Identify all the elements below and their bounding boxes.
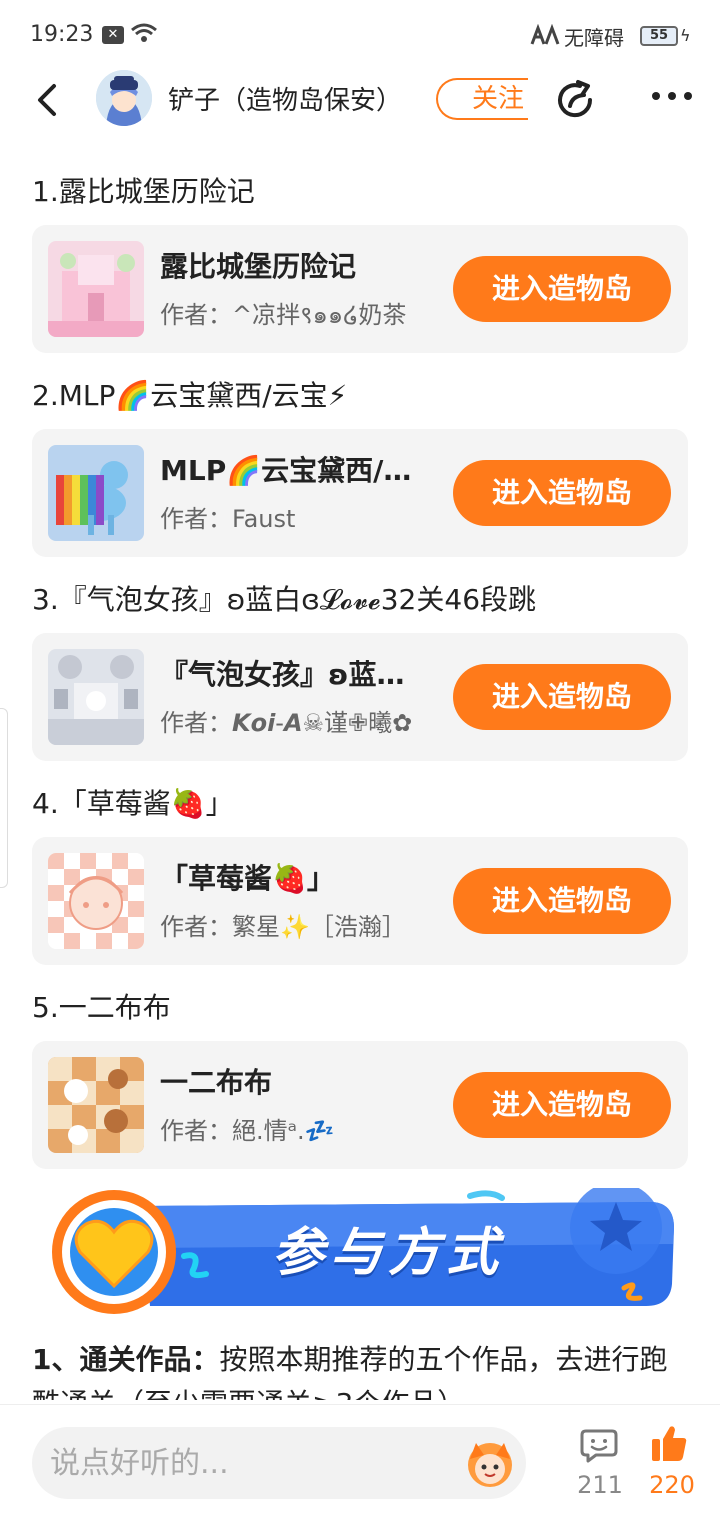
work-title: 一二布布 — [160, 1066, 273, 1099]
comment-icon[interactable] — [580, 1427, 618, 1465]
enter-island-button[interactable]: 进入造物岛 — [453, 868, 671, 934]
status-bar: 19:23 ✕ 无障碍 55 ϟ — [0, 0, 720, 70]
work-card[interactable]: MLP🌈云宝黛西/云宝⚡ 作者：Faust 进入造物岛 — [32, 429, 688, 557]
participation-rules: 1、通关作品：按照本期推荐的五个作品，去进行跑酷通关（至少需要通关≥3个作品） — [32, 1338, 688, 1400]
enter-island-button[interactable]: 进入造物岛 — [453, 1072, 671, 1138]
comment-count: 211 — [577, 1471, 623, 1499]
work-card[interactable]: 一二布布 作者：絕.情ᵃ.💤 进入造物岛 — [32, 1041, 688, 1169]
work-section-title: 1.露比城堡历险记 — [32, 175, 255, 208]
enter-island-button[interactable]: 进入造物岛 — [453, 460, 671, 526]
author-avatar[interactable] — [96, 70, 152, 126]
work-thumbnail — [48, 241, 144, 337]
work-card[interactable]: 「草莓酱🍓」 作者：繁星✨［浩瀚］ 进入造物岛 — [32, 837, 688, 965]
post-header: 铲子（造物岛保安） 关注 — [0, 70, 720, 180]
work-section-title: 2.MLP🌈云宝黛西/云宝⚡ — [32, 379, 348, 412]
wifi-icon — [131, 23, 157, 42]
more-icon[interactable] — [650, 86, 694, 106]
work-author: 作者：繁星✨［浩瀚］ — [160, 913, 406, 941]
enter-island-button[interactable]: 进入造物岛 — [453, 664, 671, 730]
work-thumbnail — [48, 1057, 144, 1153]
work-thumbnail — [48, 853, 144, 949]
charging-icon: ϟ — [680, 26, 691, 45]
work-author: 作者：絕.情ᵃ.💤 — [160, 1117, 335, 1145]
work-thumbnail — [48, 649, 144, 745]
status-time: 19:23 — [30, 22, 94, 47]
work-author: 作者：𝙆𝙤𝙞-𝘼☠谨✙曦✿ — [160, 709, 413, 737]
work-section-title: 3.『气泡女孩』ʚ蓝白ɞ𝓛𝓸𝓿𝓮32关46段跳 — [32, 583, 537, 616]
work-title: 「草莓酱🍓」 — [160, 862, 335, 895]
like-thumbs-up-icon[interactable] — [650, 1425, 688, 1463]
participation-banner: 参与方式 — [50, 1182, 680, 1316]
work-title: MLP🌈云宝黛西/云宝⚡ — [160, 454, 430, 487]
work-section-title: 5.一二布布 — [32, 991, 171, 1024]
author-name[interactable]: 铲子（造物岛保安） — [168, 80, 402, 117]
bottom-bar: 211 220 — [0, 1404, 720, 1520]
work-title: 『气泡女孩』ʚ蓝白ɞ𝓛𝓸𝓿𝓮32关46段跳 — [160, 658, 430, 691]
work-title: 露比城堡历险记 — [160, 250, 357, 283]
enter-island-button[interactable]: 进入造物岛 — [453, 256, 671, 322]
work-section-title: 4.「草莓酱🍓」 — [32, 787, 234, 820]
battery-icon: 55 — [640, 26, 678, 46]
share-icon[interactable] — [554, 78, 598, 122]
rules-heading: 1、通关作品： — [32, 1343, 220, 1376]
like-count: 220 — [649, 1471, 695, 1499]
emoji-sticker-icon[interactable] — [462, 1435, 518, 1491]
work-card[interactable]: 露比城堡历险记 作者：^凉拌९๑๑໒奶茶 进入造物岛 — [32, 225, 688, 353]
work-author: 作者：Faust — [160, 505, 296, 533]
comment-input[interactable] — [32, 1427, 526, 1499]
edge-handle[interactable] — [0, 708, 8, 888]
accessibility-icon — [530, 24, 560, 45]
notification-x-icon: ✕ — [102, 26, 124, 44]
accessibility-label: 无障碍 — [564, 26, 624, 50]
work-author: 作者：^凉拌९๑๑໒奶茶 — [160, 301, 407, 329]
follow-button[interactable]: 关注 — [436, 78, 528, 120]
banner-title: 参与方式 — [272, 1223, 505, 1283]
work-thumbnail — [48, 445, 144, 541]
back-icon[interactable] — [28, 80, 68, 120]
work-card[interactable]: 『气泡女孩』ʚ蓝白ɞ𝓛𝓸𝓿𝓮32关46段跳 作者：𝙆𝙤𝙞-𝘼☠谨✙曦✿ 进入造物… — [32, 633, 688, 761]
